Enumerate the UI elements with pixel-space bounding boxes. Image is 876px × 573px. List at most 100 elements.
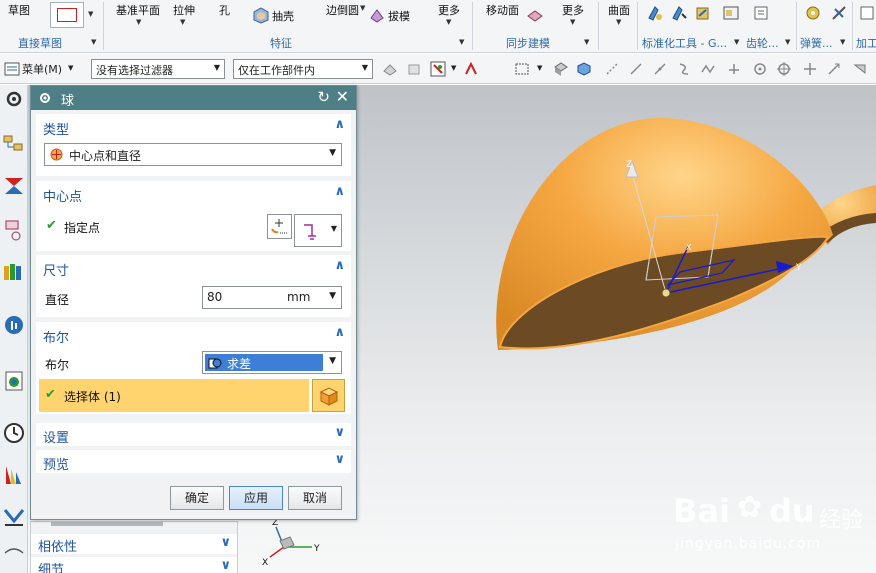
- shell-button[interactable]: 抽壳: [272, 8, 294, 24]
- shell-icon[interactable]: [252, 6, 270, 24]
- surface-dropdown-icon[interactable]: ▼: [616, 18, 621, 26]
- point-dialog-button[interactable]: [267, 214, 292, 239]
- move-face-button[interactable]: 移动面: [486, 2, 519, 18]
- standard-tool-icon-4[interactable]: [722, 4, 740, 22]
- group-feature-dropdown-icon[interactable]: ▼: [459, 38, 464, 46]
- edge-blend-button[interactable]: 边倒圆: [326, 2, 359, 18]
- settings-gear-icon[interactable]: [2, 87, 26, 113]
- sketch-rectangle-button[interactable]: [50, 2, 84, 28]
- move-face-icon[interactable]: [526, 6, 544, 24]
- selection-scope-select[interactable]: 仅在工作部件内 ▼: [233, 59, 373, 79]
- group-sync-dropdown-icon[interactable]: ▼: [584, 38, 589, 46]
- chevron-down-icon: ∨: [220, 535, 231, 550]
- point-type-select[interactable]: ▼: [294, 214, 342, 247]
- scroll-thumb[interactable]: [51, 522, 163, 526]
- dialog-title-bar[interactable]: 球 ↻ ✕: [31, 86, 356, 110]
- more-sync-dropdown-icon[interactable]: ▼: [570, 18, 575, 26]
- type-select[interactable]: 中心点和直径 ▼: [44, 143, 342, 166]
- point-snap-icon-3[interactable]: [652, 61, 668, 77]
- select-body-row[interactable]: ✔ 选择体 (1): [39, 379, 309, 412]
- point-snap-icon-1[interactable]: [604, 61, 620, 77]
- hole-button[interactable]: 孔: [219, 2, 230, 18]
- more-feature-dropdown-icon[interactable]: ▼: [446, 18, 451, 26]
- face-select-icon[interactable]: [553, 61, 569, 77]
- more-sync-button[interactable]: 更多: [562, 2, 584, 18]
- point-snap-icon-8[interactable]: [776, 61, 792, 77]
- hd3d-tools-icon[interactable]: [2, 313, 26, 339]
- standard-tool-icon-3[interactable]: [694, 4, 712, 22]
- diameter-input[interactable]: 80 mm ▼: [202, 286, 342, 309]
- cancel-button[interactable]: 取消: [288, 486, 342, 510]
- reset-icon[interactable]: ↻: [317, 88, 330, 106]
- standard-tool-icon-2[interactable]: [670, 4, 688, 22]
- group-standard-tools-dropdown-icon[interactable]: ▼: [734, 38, 739, 46]
- point-snap-icon-10[interactable]: [826, 61, 842, 77]
- reuse-library-icon[interactable]: [2, 260, 26, 286]
- sketch-dropdown-icon[interactable]: ▼: [88, 10, 93, 18]
- details-section[interactable]: 细节 ∨: [31, 557, 237, 573]
- sketch-button[interactable]: 草图: [8, 2, 30, 18]
- point-snap-icon-4[interactable]: [676, 61, 692, 77]
- curve-rule-icon[interactable]: [463, 61, 479, 77]
- selection-filter-select[interactable]: 没有选择过滤器 ▼: [91, 59, 225, 79]
- component-filter-icon[interactable]: [406, 61, 422, 77]
- select-body-button[interactable]: [312, 379, 345, 412]
- chevron-down-icon: ∨: [334, 425, 345, 440]
- group-spring-dropdown-icon[interactable]: ▼: [840, 38, 845, 46]
- menu-icon[interactable]: [4, 61, 20, 77]
- resource-bar: [0, 85, 28, 573]
- ribbon-separator: [637, 2, 638, 50]
- assembly-filter-icon[interactable]: [382, 61, 398, 77]
- ok-button[interactable]: 确定: [170, 486, 224, 510]
- type-section-header[interactable]: 类型 ∧: [36, 114, 351, 140]
- extrude-dropdown-icon[interactable]: ▼: [180, 18, 185, 26]
- boolean-section-header[interactable]: 布尔 ∧: [36, 322, 351, 348]
- point-snap-icon-11[interactable]: [852, 61, 868, 77]
- roles-icon[interactable]: [2, 541, 26, 567]
- dependency-section[interactable]: 相依性 ∨: [31, 534, 237, 555]
- point-snap-icon-5[interactable]: [700, 61, 716, 77]
- diameter-value: 80: [207, 290, 223, 304]
- standard-tool-icon-1[interactable]: [646, 4, 664, 22]
- point-snap-icon-2[interactable]: [628, 61, 644, 77]
- constraint-navigator-icon[interactable]: [2, 175, 26, 201]
- rectangle-select-dropdown-icon[interactable]: ▼: [537, 64, 542, 72]
- point-snap-icon-9[interactable]: [802, 61, 818, 77]
- spring-tool-icon-1[interactable]: [804, 4, 822, 22]
- boolean-select[interactable]: 求差 ▼: [202, 351, 342, 374]
- datum-plane-dropdown-icon[interactable]: ▼: [136, 18, 141, 26]
- draft-icon[interactable]: [368, 6, 386, 24]
- draft-button[interactable]: 拔模: [388, 8, 410, 24]
- process-studio-icon[interactable]: [2, 505, 26, 531]
- settings-section-header[interactable]: 设置 ∨: [36, 423, 351, 446]
- chevron-down-icon: ▼: [329, 291, 336, 301]
- point-snap-icon-6[interactable]: [726, 61, 742, 77]
- body-select-icon[interactable]: [576, 61, 592, 77]
- more-feature-button[interactable]: 更多: [438, 2, 460, 18]
- extrude-button[interactable]: 拉伸: [173, 2, 195, 18]
- close-icon[interactable]: ✕: [336, 87, 349, 106]
- point-snap-icon-7[interactable]: [752, 61, 768, 77]
- preview-section-header[interactable]: 预览 ∨: [36, 450, 351, 473]
- snap-point-icon[interactable]: [430, 61, 446, 77]
- edge-blend-dropdown-icon[interactable]: ▼: [360, 4, 365, 12]
- surface-button[interactable]: 曲面: [608, 2, 630, 18]
- spring-tool-icon-2[interactable]: [830, 4, 848, 22]
- group-direct-sketch-dropdown-icon[interactable]: ▼: [91, 38, 96, 46]
- machining-icon[interactable]: [858, 4, 876, 22]
- menu-button[interactable]: 菜单(M): [22, 61, 62, 77]
- system-materials-icon[interactable]: [2, 463, 26, 489]
- part-navigator-icon[interactable]: [2, 218, 26, 244]
- datum-plane-button[interactable]: 基准平面: [116, 2, 160, 18]
- group-gear-dropdown-icon[interactable]: ▼: [785, 38, 790, 46]
- web-browser-icon[interactable]: [2, 369, 26, 395]
- assembly-navigator-icon[interactable]: [2, 133, 26, 159]
- center-section-header[interactable]: 中心点 ∧: [36, 181, 351, 207]
- standard-tool-icon-5[interactable]: [752, 4, 770, 22]
- snap-dropdown-icon[interactable]: ▼: [451, 64, 456, 72]
- rectangle-select-icon[interactable]: [514, 61, 530, 77]
- dimension-section-header[interactable]: 尺寸 ∧: [36, 255, 351, 281]
- history-clock-icon[interactable]: [2, 421, 26, 447]
- menu-dropdown-icon[interactable]: ▼: [68, 64, 73, 72]
- apply-button[interactable]: 应用: [229, 486, 283, 510]
